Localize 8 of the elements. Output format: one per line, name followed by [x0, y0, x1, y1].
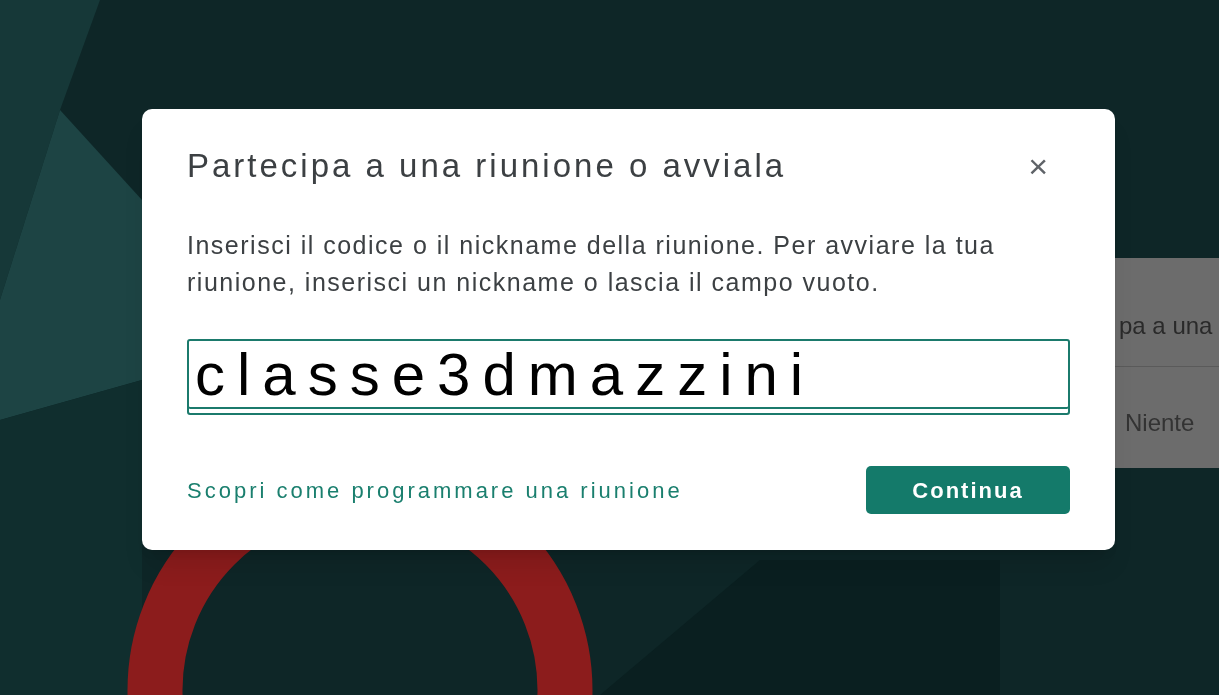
schedule-meeting-link[interactable]: Scopri come programmare una riunione	[187, 473, 683, 507]
dialog-title: Partecipa a una riunione o avviala	[187, 147, 787, 185]
card-title: pa a una	[1119, 311, 1213, 341]
dialog-description: Inserisci il codice o il nickname della riunione. Per avviare la tua riunione, inserisci un nickname o lascia il campo vuoto.	[187, 230, 996, 298]
card-item: Niente	[1125, 408, 1195, 438]
meeting-code-field[interactable]: classe3dmazzini	[187, 339, 1070, 415]
continue-button[interactable]: Continua	[866, 466, 1070, 514]
close-button[interactable]: ×	[1028, 149, 1048, 183]
